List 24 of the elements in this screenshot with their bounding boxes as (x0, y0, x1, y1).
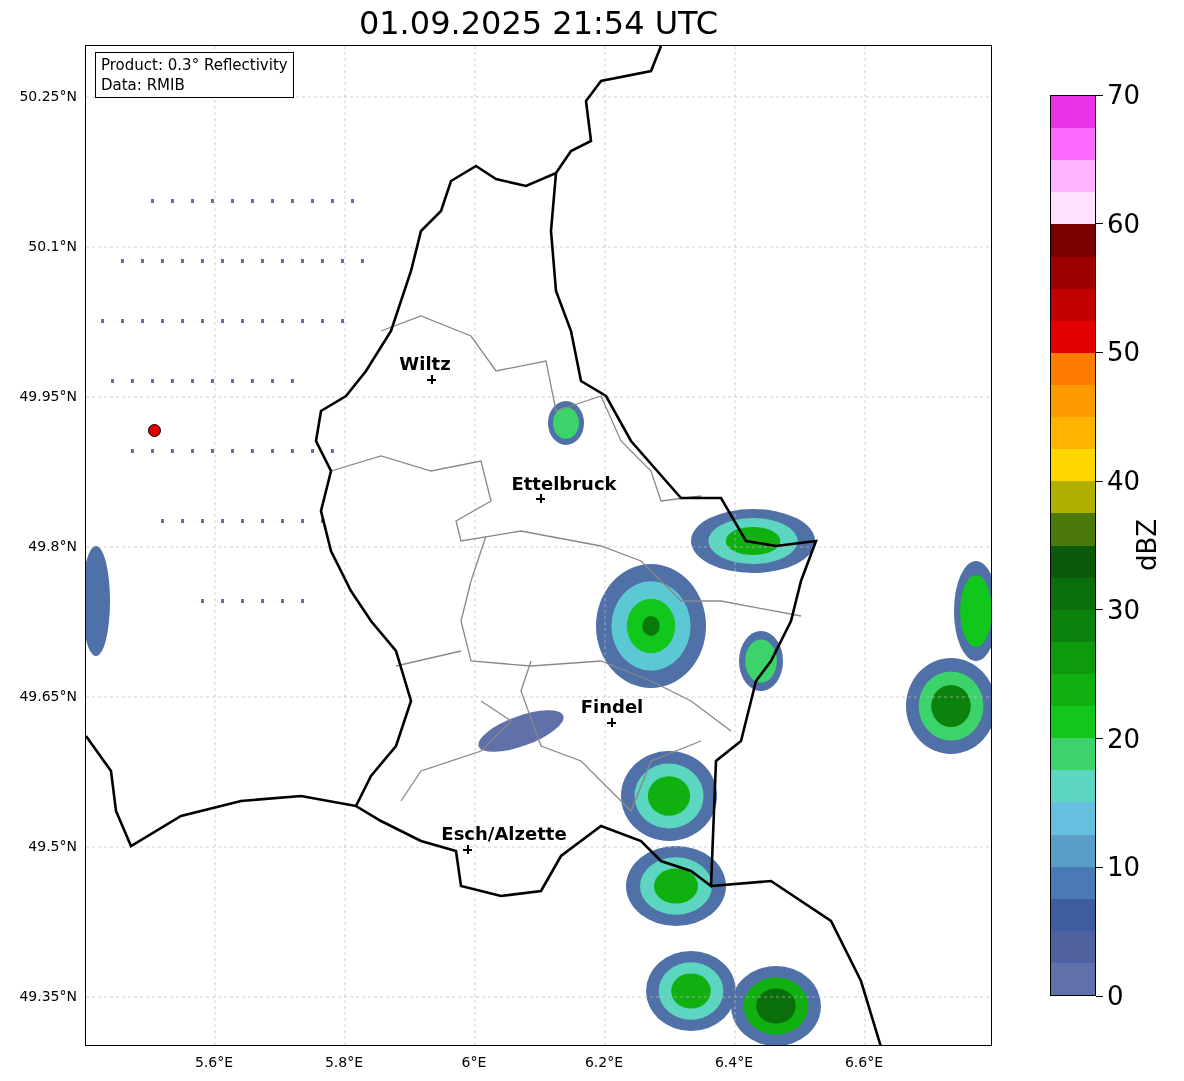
city-label: Findel (580, 695, 644, 717)
chart-title: 01.09.2025 21:54 UTC (358, 6, 719, 39)
colorbar-label: dBZ (1132, 518, 1162, 572)
axis-tick-label: 6°E (461, 1054, 487, 1070)
axis-tick-label: 5.8°E (324, 1054, 364, 1070)
city-label: Esch/Alzette (441, 822, 567, 844)
city-label: Wiltz (399, 352, 451, 374)
radar-site-marker (148, 424, 161, 437)
axis-tick-label: 49.8°N (28, 538, 77, 554)
axis-tick-label: 49.95°N (19, 388, 77, 404)
axis-tick-label: 50.1°N (28, 238, 77, 254)
city-marker-icon (607, 718, 616, 727)
info-text: Data: RMIB (101, 75, 186, 95)
info-text: Product: 0.3° Reflectivity (101, 55, 288, 75)
axis-tick-label: 49.5°N (28, 838, 77, 854)
axis-tick-label: 50.25°N (19, 88, 77, 104)
axis-tick-label: 6.2°E (584, 1054, 624, 1070)
axis-tick-label: 49.35°N (19, 988, 77, 1004)
axis-tick-label: 6.6°E (844, 1054, 884, 1070)
axis-tick-label: 6.4°E (714, 1054, 754, 1070)
city-label: Ettelbruck (511, 472, 617, 494)
axis-tick-label: 5.6°E (194, 1054, 234, 1070)
city-marker-icon (463, 845, 472, 854)
axis-tick-label: 49.65°N (19, 688, 77, 704)
